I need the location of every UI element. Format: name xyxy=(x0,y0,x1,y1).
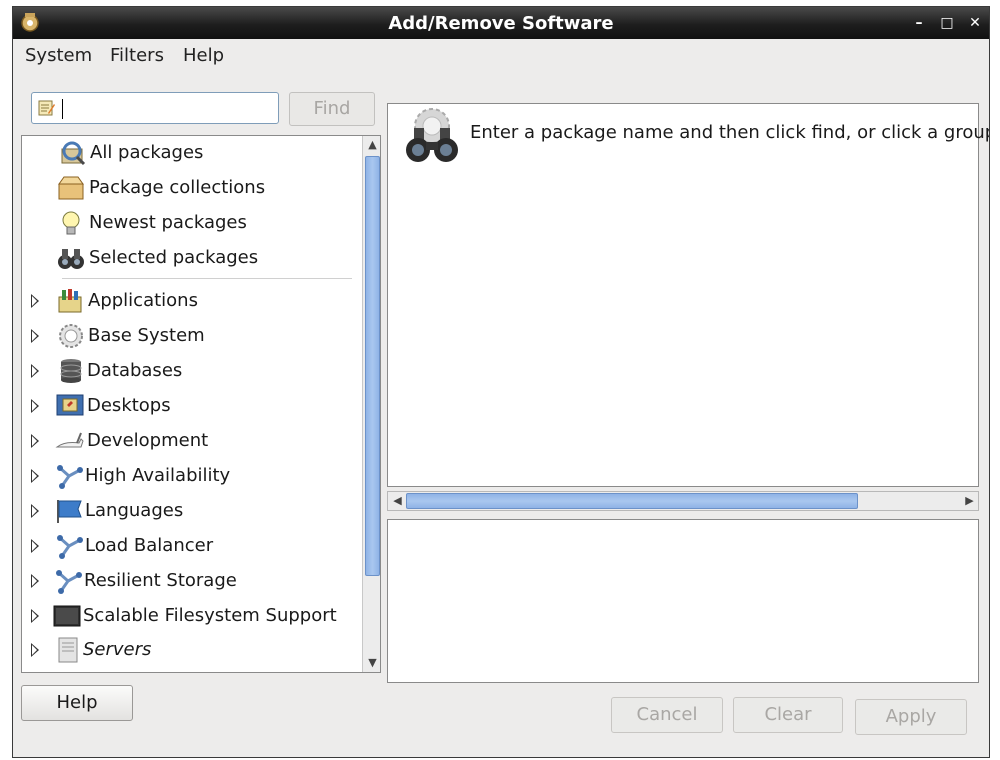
menu-filters[interactable]: Filters xyxy=(110,45,164,66)
tree-item-resilient-storage[interactable]: Resilient Storage xyxy=(22,564,352,598)
expander-icon[interactable] xyxy=(31,329,39,343)
tree-label: All packages xyxy=(90,142,204,163)
maximize-icon[interactable]: □ xyxy=(937,13,957,33)
tree-label: High Availability xyxy=(85,465,231,486)
tree-item-package-collections[interactable]: Package collections xyxy=(22,171,352,205)
app-window: Add/Remove Software – □ ✕ System Filters… xyxy=(12,6,990,758)
search-input[interactable] xyxy=(31,92,279,124)
find-button[interactable]: Find xyxy=(289,92,375,126)
expander-icon[interactable] xyxy=(31,399,39,413)
network-icon xyxy=(56,570,82,594)
tree-scroll-thumb[interactable] xyxy=(365,156,380,576)
minimize-icon[interactable]: – xyxy=(909,13,929,33)
tree-item-databases[interactable]: Databases xyxy=(22,354,352,388)
tree-item-languages[interactable]: Languages xyxy=(22,494,352,528)
scroll-down-icon[interactable]: ▼ xyxy=(363,654,380,672)
expander-icon[interactable] xyxy=(31,504,39,518)
package-list-pane[interactable]: Enter a package name and then click find… xyxy=(387,103,989,487)
network-icon xyxy=(57,465,83,489)
tree-label: Resilient Storage xyxy=(84,570,237,591)
tree-label: Applications xyxy=(88,290,198,311)
menu-help[interactable]: Help xyxy=(183,45,224,66)
tree-label: Scalable Filesystem Support xyxy=(83,605,337,626)
help-button[interactable]: Help xyxy=(21,685,133,721)
tree-item-base-system[interactable]: Base System xyxy=(22,319,352,353)
tree-item-selected-packages[interactable]: Selected packages xyxy=(22,241,352,275)
applications-icon xyxy=(58,289,82,313)
tree-label: Servers xyxy=(83,639,152,660)
tree-item-servers[interactable]: Servers xyxy=(22,633,352,667)
horizontal-scroll-thumb[interactable] xyxy=(406,493,858,509)
expander-icon[interactable] xyxy=(31,643,39,657)
tree-item-newest-packages[interactable]: Newest packages xyxy=(22,206,352,240)
package-collection-icon xyxy=(58,176,84,200)
monitor-icon xyxy=(53,605,81,627)
tree-item-applications[interactable]: Applications xyxy=(22,284,352,318)
development-icon xyxy=(55,432,84,448)
expander-icon[interactable] xyxy=(31,434,39,448)
tree-item-scalable-filesystem[interactable]: Scalable Filesystem Support xyxy=(22,599,352,633)
expander-icon[interactable] xyxy=(31,609,39,623)
database-icon xyxy=(60,359,82,383)
tree-item-load-balancer[interactable]: Load Balancer xyxy=(22,529,352,563)
magnifier-package-icon xyxy=(61,141,86,166)
server-icon xyxy=(58,637,78,663)
close-icon[interactable]: ✕ xyxy=(965,13,985,33)
window-title: Add/Remove Software xyxy=(388,13,614,34)
text-caret xyxy=(62,99,63,119)
scroll-left-icon[interactable]: ◀ xyxy=(388,492,407,510)
binoculars-icon xyxy=(58,249,84,269)
scroll-up-icon[interactable]: ▲ xyxy=(363,136,380,154)
tree-label: Languages xyxy=(85,500,184,521)
clear-button[interactable]: Clear xyxy=(733,697,843,733)
flag-icon xyxy=(57,500,82,523)
menu-bar: System Filters Help xyxy=(13,39,989,71)
tree-label: Base System xyxy=(88,325,205,346)
menu-system[interactable]: System xyxy=(25,45,92,66)
tree-label: Desktops xyxy=(87,395,171,416)
tree-label: Load Balancer xyxy=(85,535,214,556)
package-details-pane[interactable] xyxy=(387,519,979,683)
tree-item-desktops[interactable]: Desktops xyxy=(22,389,352,423)
details-message: Enter a package name and then click find… xyxy=(470,122,990,143)
tree-scrollbar[interactable]: ▲ ▼ xyxy=(362,136,380,672)
expander-icon[interactable] xyxy=(31,574,39,588)
lightbulb-icon xyxy=(62,211,80,235)
horizontal-scrollbar[interactable]: ◀ ▶ xyxy=(387,491,979,511)
expander-icon[interactable] xyxy=(31,364,39,378)
tree-label: Development xyxy=(87,430,209,451)
cancel-button[interactable]: Cancel xyxy=(611,697,723,733)
title-bar[interactable]: Add/Remove Software – □ ✕ xyxy=(13,7,989,39)
group-tree: All packages Package collections Newest … xyxy=(21,135,381,673)
desktop-icon xyxy=(56,394,84,416)
gear-icon xyxy=(59,324,83,348)
tree-separator xyxy=(62,278,352,279)
tree-item-all-packages[interactable]: All packages xyxy=(22,136,352,170)
expander-icon[interactable] xyxy=(31,294,39,308)
tree-label: Newest packages xyxy=(89,212,247,233)
tree-label: Selected packages xyxy=(89,247,259,268)
apply-button[interactable]: Apply xyxy=(855,699,967,735)
tree-label: Package collections xyxy=(89,177,266,198)
edit-find-icon xyxy=(38,100,55,116)
expander-icon[interactable] xyxy=(31,469,39,483)
binoculars-gear-icon xyxy=(406,108,458,162)
tree-item-development[interactable]: Development xyxy=(22,424,352,458)
tree-item-high-availability[interactable]: High Availability xyxy=(22,459,352,493)
scroll-right-icon[interactable]: ▶ xyxy=(960,492,979,510)
tree-label: Databases xyxy=(87,360,183,381)
expander-icon[interactable] xyxy=(31,539,39,553)
network-icon xyxy=(57,535,83,559)
